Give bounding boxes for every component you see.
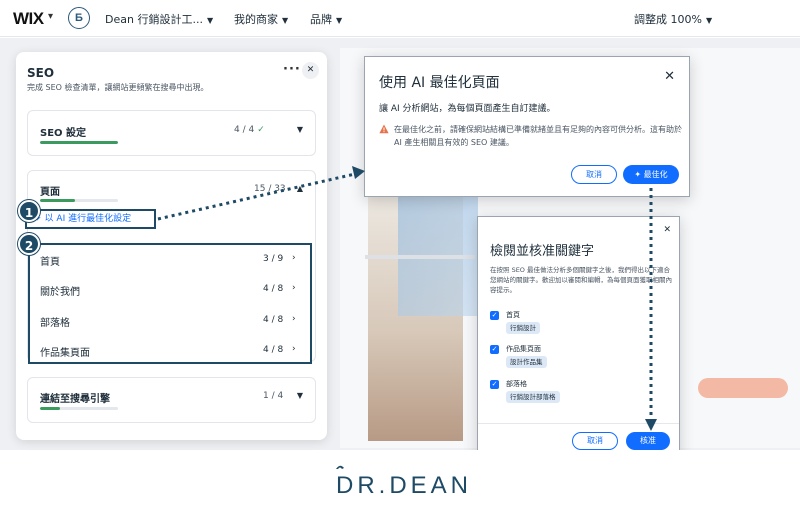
connect-search-engine-section[interactable]: 連結至搜尋引擎 1 / 4 ▼ — [27, 377, 316, 423]
top-bar: WIX ▾ Б Dean 行銷設計工... ▼ 我的商家 ▼ 品牌 ▼ 調整成 100… — [0, 0, 800, 37]
list-item[interactable]: 部落格 4 / 8 › — [30, 306, 310, 336]
dialog-title: 使用 AI 最佳化頁面 — [379, 75, 500, 91]
keyword-item: ✓ 部落格 行銷設計部落格 — [490, 378, 670, 412]
page-name: 首頁 — [40, 257, 60, 268]
brand-label: 品牌 — [310, 13, 332, 26]
chevron-up-icon[interactable]: ▲ — [297, 184, 303, 193]
close-icon[interactable]: ✕ — [302, 62, 319, 79]
ai-optimize-dialog: 使用 AI 最佳化頁面 ✕ 讓 AI 分析網站，為每個頁面產生自訂建議。 在最佳… — [364, 56, 690, 197]
step-badge-2: 2 — [18, 233, 40, 255]
checkbox[interactable]: ✓ — [490, 380, 499, 389]
close-icon[interactable]: ✕ — [664, 69, 675, 84]
page-name: 部落格 — [40, 318, 70, 329]
background-button — [698, 378, 788, 398]
section-count: 15 / 33 — [254, 184, 286, 194]
dialog-description: 在按照 SEO 最佳做法分析多個關鍵字之後，我們得出以下適合您網站的關鍵字。歡迎… — [490, 266, 672, 294]
footer: DR.DEAN — [0, 450, 800, 510]
more-options-icon[interactable]: ··· — [283, 62, 301, 77]
chevron-right-icon: › — [292, 283, 296, 293]
list-item[interactable]: 作品集頁面 4 / 8 › — [30, 336, 310, 366]
my-business-menu[interactable]: 我的商家 ▼ — [234, 11, 288, 27]
section-title: 連結至搜尋引擎 — [40, 394, 110, 405]
seo-panel-title: SEO — [27, 66, 55, 80]
keyword-chip[interactable]: 設計作品集 — [506, 356, 547, 368]
check-icon: ✓ — [257, 125, 265, 135]
list-item[interactable]: 首頁 3 / 9 › — [30, 245, 310, 275]
progress-fill — [40, 199, 76, 202]
dialog-description: 讓 AI 分析網站，為每個頁面產生自訂建議。 — [379, 104, 556, 114]
section-count-text: 4 / 4 — [234, 125, 255, 135]
page-count: 3 / 9 — [263, 254, 284, 264]
dialog-title: 檢閱並核准關鍵字 — [490, 244, 595, 259]
site-logo[interactable]: Б — [68, 7, 90, 29]
chevron-down-icon[interactable]: ▼ — [297, 391, 303, 400]
checkbox[interactable]: ✓ — [490, 345, 499, 354]
list-item[interactable]: 關於我們 4 / 8 › — [30, 275, 310, 305]
chevron-down-icon: ▼ — [336, 15, 343, 25]
chevron-right-icon: › — [292, 253, 296, 263]
cancel-button[interactable]: 取消 — [571, 165, 617, 184]
section-title: 頁面 — [40, 187, 60, 198]
page-name: 關於我們 — [40, 287, 80, 298]
chevron-down-icon: ▼ — [705, 15, 713, 25]
section-count: 4 / 4 ✓ — [234, 125, 265, 135]
site-name: Dean 行銷設計工... — [105, 13, 203, 26]
chevron-down-icon[interactable]: ▼ — [297, 125, 303, 134]
optimize-label: 最佳化 — [643, 170, 668, 179]
progress-bar — [40, 199, 118, 202]
sparkle-icon: ✦ — [634, 170, 644, 179]
chevron-down-icon: ▼ — [206, 15, 214, 25]
zoom-menu[interactable]: 調整成 100% ▼ — [634, 11, 712, 27]
progress-bar — [40, 141, 118, 144]
chevron-right-icon: › — [292, 344, 296, 354]
keyword-review-dialog: ✕ 檢閱並核准關鍵字 在按照 SEO 最佳做法分析多個關鍵字之後，我們得出以下適… — [477, 216, 680, 461]
section-title: SEO 設定 — [40, 128, 87, 139]
section-count: 1 / 4 — [263, 391, 284, 401]
keyword-item: ✓ 首頁 行銷設計 — [490, 309, 670, 343]
site-selector[interactable]: Dean 行銷設計工... ▼ — [105, 11, 213, 27]
my-business-label: 我的商家 — [234, 13, 278, 26]
page-count: 4 / 8 — [263, 284, 284, 294]
seo-settings-section[interactable]: SEO 設定 4 / 4 ✓ ▼ — [27, 110, 316, 156]
dialog-warning: 在最佳化之前，請確保網站結構已準備就緒並且有足夠的內容可供分析。這有助於 AI … — [394, 125, 682, 147]
keyword-page-name: 首頁 — [506, 311, 520, 319]
approve-button[interactable]: 核准 — [626, 432, 670, 450]
keyword-page-name: 作品集頁面 — [506, 345, 541, 353]
page-name: 作品集頁面 — [40, 348, 90, 359]
optimize-button[interactable]: ✦ 最佳化 — [623, 165, 679, 184]
ai-optimize-button[interactable]: ✦ 以 AI 進行最佳化設定 — [25, 209, 156, 229]
zoom-label: 調整成 100% — [634, 13, 702, 26]
keyword-chip[interactable]: 行銷設計部落格 — [506, 391, 560, 403]
step-badge-1: 1 — [18, 200, 40, 222]
chevron-down-icon[interactable]: ▾ — [48, 11, 53, 22]
page-count: 4 / 8 — [263, 315, 284, 325]
keyword-item: ✓ 作品集頁面 設計作品集 — [490, 343, 670, 377]
keyword-chip[interactable]: 行銷設計 — [506, 322, 540, 334]
close-icon[interactable]: ✕ — [663, 225, 671, 235]
chevron-right-icon: › — [292, 314, 296, 324]
progress-fill — [40, 141, 118, 144]
background-decoration — [365, 255, 475, 259]
warning-icon — [379, 124, 389, 134]
divider — [478, 423, 679, 424]
brand-menu[interactable]: 品牌 ▼ — [310, 11, 342, 27]
page-count: 4 / 8 — [263, 345, 284, 355]
cancel-button[interactable]: 取消 — [572, 432, 618, 450]
page-list: 首頁 3 / 9 › 關於我們 4 / 8 › 部落格 4 / 8 › 作品集頁… — [28, 243, 312, 364]
brand-logo: DR.DEAN — [336, 472, 473, 499]
seo-panel-subtitle: 完成 SEO 檢查清單，讓網站更頻繁在搜尋中出現。 — [27, 83, 209, 92]
progress-bar — [40, 407, 118, 410]
progress-fill — [40, 407, 60, 410]
ai-optimize-label: 以 AI 進行最佳化設定 — [44, 214, 132, 224]
chevron-down-icon: ▼ — [282, 15, 289, 25]
checkbox[interactable]: ✓ — [490, 311, 499, 320]
keyword-page-name: 部落格 — [506, 380, 527, 388]
wix-logo[interactable]: WIX — [13, 9, 44, 29]
